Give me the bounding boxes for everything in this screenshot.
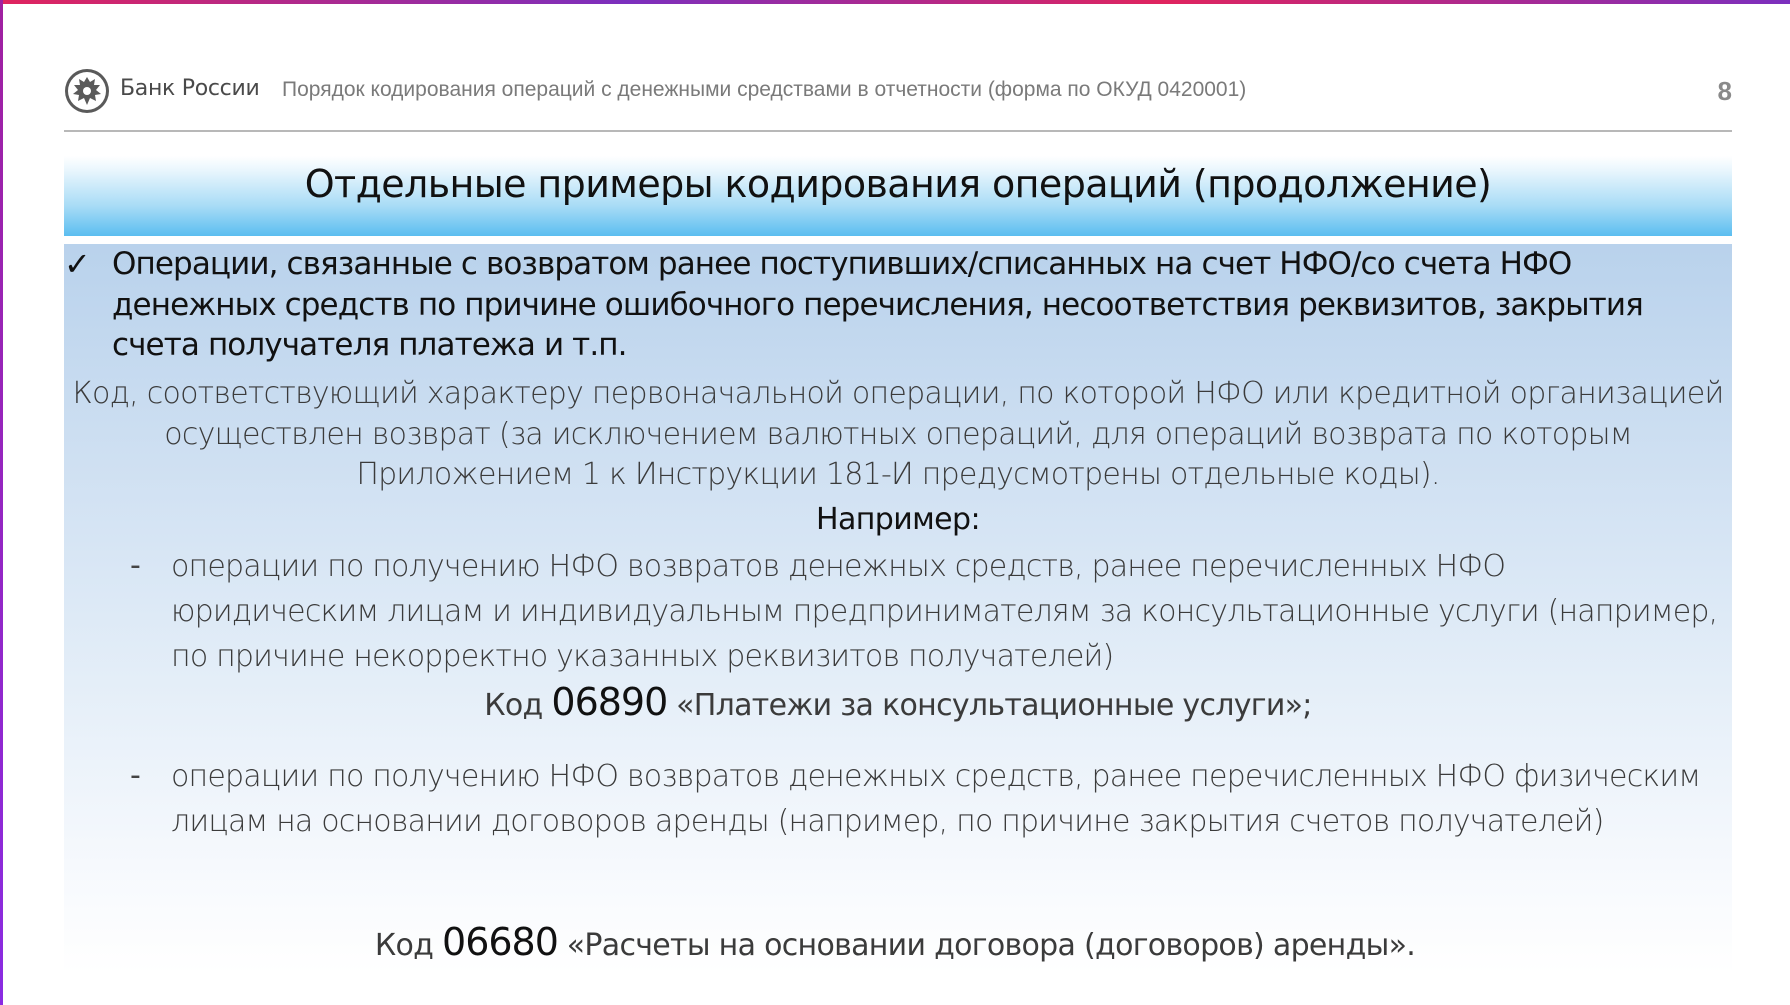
code-description: «Расчеты на основании договора (договоро… bbox=[566, 928, 1416, 963]
list-dash: - bbox=[130, 548, 141, 583]
header-divider bbox=[64, 130, 1732, 132]
top-accent-line bbox=[0, 0, 1790, 4]
code-prefix: Код bbox=[374, 928, 434, 963]
content-panel: ✓ Операции, связанные с возвратом ранее … bbox=[64, 244, 1732, 974]
bank-name: Банк России bbox=[120, 76, 260, 101]
code-number: 06890 bbox=[551, 680, 668, 724]
list-item-text: операции по получению НФО возвратов дене… bbox=[171, 549, 1718, 674]
slide-title: Отдельные примеры кодирования операций (… bbox=[304, 162, 1492, 206]
lead-paragraph: Код, соответствующий характеру первонача… bbox=[72, 376, 1725, 492]
code-line: Код 06680 «Расчеты на основании договора… bbox=[0, 920, 1790, 964]
slide-title-band: Отдельные примеры кодирования операций (… bbox=[64, 156, 1732, 236]
page-number: 8 bbox=[1717, 76, 1732, 106]
bullet-text: Операции, связанные с возвратом ранее по… bbox=[112, 246, 1644, 363]
code-number: 06680 bbox=[442, 920, 559, 964]
bank-of-russia-eagle-icon bbox=[65, 69, 109, 113]
code-line: Код 06890 «Платежи за консультационные у… bbox=[64, 680, 1732, 724]
list-dash: - bbox=[130, 758, 141, 793]
left-accent-line bbox=[0, 0, 3, 1005]
code-prefix: Код bbox=[484, 688, 543, 723]
presentation-title: Порядок кодирования операций с денежными… bbox=[282, 78, 1247, 101]
code-description: «Платежи за консультационные услуги»; bbox=[676, 688, 1312, 723]
example-label: Например: bbox=[816, 502, 981, 537]
slide-header: Банк России Порядок кодирования операций… bbox=[64, 66, 1732, 118]
list-item-text: операции по получению НФО возвратов дене… bbox=[171, 759, 1701, 839]
checkmark-icon: ✓ bbox=[64, 245, 91, 283]
